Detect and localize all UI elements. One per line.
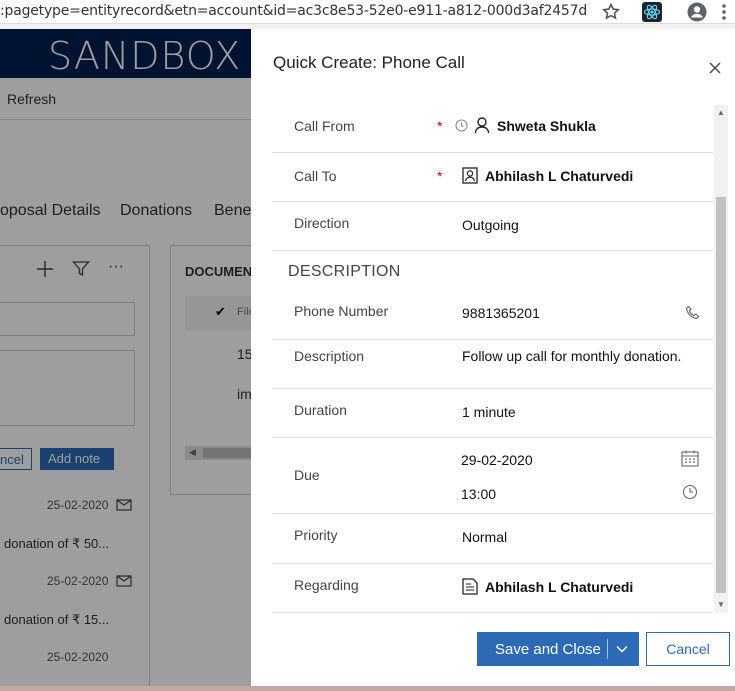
user-icon bbox=[474, 116, 490, 139]
duration-select[interactable]: 1 minute bbox=[462, 404, 516, 420]
chevron-down-icon[interactable] bbox=[615, 642, 629, 659]
window-bottom-edge bbox=[0, 686, 735, 691]
due-date-input[interactable]: 29-02-2020 bbox=[461, 452, 533, 468]
field-label: Due bbox=[294, 467, 320, 483]
clock-icon[interactable] bbox=[682, 484, 698, 505]
field-label: Direction bbox=[294, 215, 350, 231]
account-icon[interactable] bbox=[686, 1, 708, 23]
contact-card-icon bbox=[462, 167, 478, 189]
description-section-header: DESCRIPTION bbox=[288, 263, 401, 280]
description-textarea[interactable]: Follow up call for monthly donation. bbox=[462, 348, 681, 364]
cancel-button[interactable]: Cancel bbox=[646, 632, 730, 666]
field-call-to: Call To * Abhilash L Chaturvedi bbox=[272, 153, 713, 202]
star-icon[interactable] bbox=[600, 1, 622, 23]
save-and-close-label: Save and Close bbox=[495, 641, 601, 658]
split-separator bbox=[607, 639, 608, 659]
modal-overlay[interactable] bbox=[0, 29, 251, 691]
react-devtools-icon[interactable] bbox=[641, 1, 663, 23]
field-phone-number: Phone Number 9881365201 bbox=[272, 295, 713, 340]
scroll-down-icon[interactable]: ▼ bbox=[717, 600, 725, 609]
field-duration: Duration 1 minute bbox=[272, 389, 713, 438]
field-label: Phone Number bbox=[294, 303, 389, 319]
quick-create-dialog: Quick Create: Phone Call Call From * Shw… bbox=[251, 29, 735, 686]
phone-number-input[interactable]: 9881365201 bbox=[462, 305, 540, 321]
required-marker: * bbox=[437, 118, 443, 134]
quick-create-form: Call From * Shweta Shukla Call To * Abhi… bbox=[272, 105, 713, 613]
record-icon bbox=[462, 578, 478, 600]
required-marker: * bbox=[437, 168, 443, 184]
direction-select[interactable]: Outgoing bbox=[462, 217, 519, 233]
browser-address-bar[interactable]: :pagetype=entityrecord&etn=account&id=ac… bbox=[0, 0, 735, 24]
field-label: Call To bbox=[294, 168, 337, 184]
url-text[interactable]: :pagetype=entityrecord&etn=account&id=ac… bbox=[0, 3, 587, 19]
form-scrollbar[interactable]: ▲ ▼ bbox=[714, 105, 728, 613]
field-regarding: Regarding Abhilash L Chaturvedi bbox=[272, 564, 713, 613]
scroll-up-icon[interactable]: ▲ bbox=[717, 108, 725, 117]
field-label: Description bbox=[294, 348, 365, 364]
dialog-title: Quick Create: Phone Call bbox=[273, 53, 465, 72]
field-label: Duration bbox=[294, 402, 347, 418]
regarding-lookup[interactable]: Abhilash L Chaturvedi bbox=[485, 579, 633, 595]
section-divider bbox=[272, 250, 713, 251]
field-call-from: Call From * Shweta Shukla bbox=[272, 105, 713, 153]
field-label: Priority bbox=[294, 527, 338, 543]
kebab-menu-icon[interactable] bbox=[717, 1, 735, 23]
clock-status-icon bbox=[455, 119, 468, 137]
close-icon[interactable] bbox=[708, 61, 722, 75]
screen: :pagetype=entityrecord&etn=account&id=ac… bbox=[0, 0, 735, 691]
field-due: Due 29-02-2020 13:00 bbox=[272, 438, 713, 514]
due-time-input[interactable]: 13:00 bbox=[461, 486, 496, 502]
field-direction: Direction Outgoing bbox=[272, 202, 713, 251]
phone-icon[interactable] bbox=[685, 305, 701, 326]
call-from-lookup[interactable]: Shweta Shukla bbox=[497, 118, 596, 134]
scroll-thumb[interactable] bbox=[716, 197, 726, 593]
field-priority: Priority Normal bbox=[272, 514, 713, 564]
priority-select[interactable]: Normal bbox=[462, 529, 507, 545]
field-label: Call From bbox=[294, 118, 355, 134]
calendar-icon[interactable] bbox=[681, 450, 699, 472]
field-description: Description Follow up call for monthly d… bbox=[272, 340, 713, 389]
field-label: Regarding bbox=[294, 577, 359, 593]
call-to-lookup[interactable]: Abhilash L Chaturvedi bbox=[485, 168, 633, 184]
save-and-close-button[interactable]: Save and Close bbox=[477, 632, 639, 666]
